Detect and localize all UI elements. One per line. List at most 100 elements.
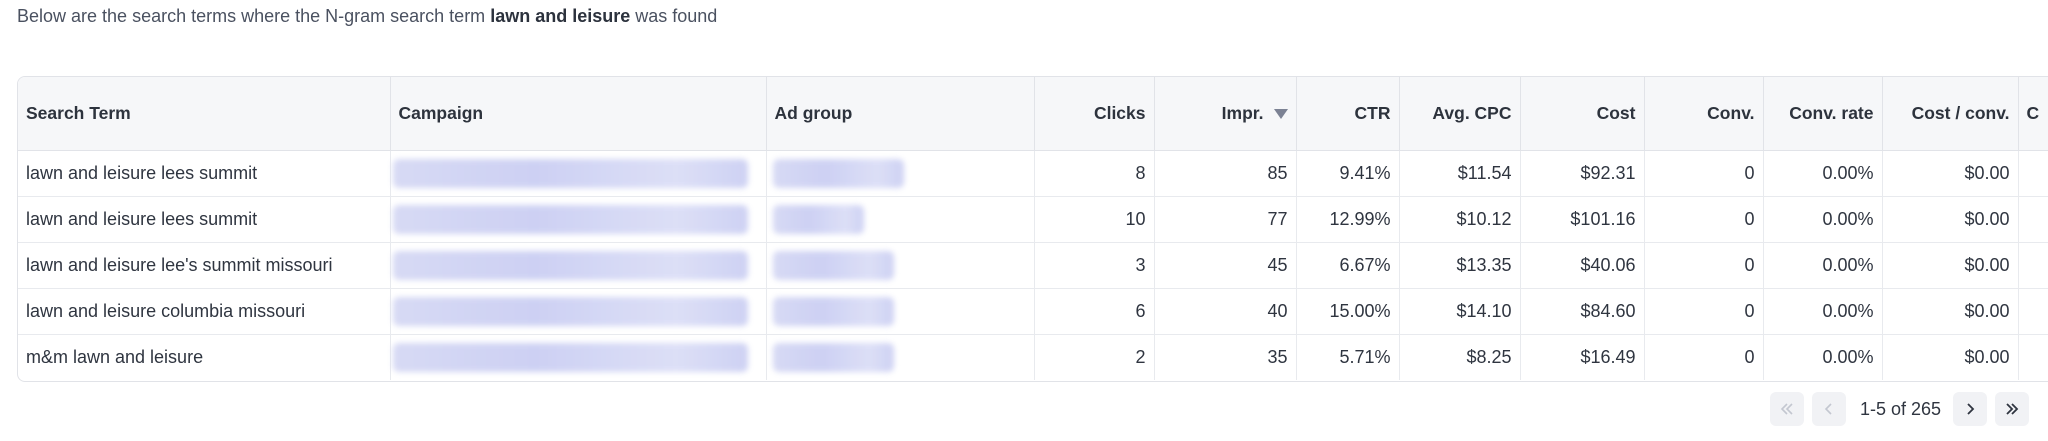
cell-clicks: 6 — [1034, 288, 1155, 335]
cell-conv-rate: 0.00% — [1763, 150, 1883, 197]
table-row[interactable]: lawn and leisure columbia missouri 6 40 … — [18, 288, 2048, 335]
cell-cost-per-conv: $0.00 — [1882, 196, 2019, 243]
intro-text: Below are the search terms where the N-g… — [17, 6, 717, 27]
cell-avg-cpc: $10.12 — [1399, 196, 1521, 243]
cell-impr: 35 — [1154, 334, 1297, 380]
search-terms-table-container: Search Term Campaign Ad group Clicks Imp… — [17, 76, 2048, 382]
intro-prefix: Below are the search terms where the N-g… — [17, 6, 491, 26]
cell-impr: 45 — [1154, 242, 1297, 289]
cell-conv: 0 — [1644, 196, 1764, 243]
pagination-info: 1-5 of 265 — [1860, 398, 1942, 419]
cell-extra — [2018, 196, 2048, 243]
cell-impr: 40 — [1154, 288, 1297, 335]
cell-cost: $92.31 — [1520, 150, 1645, 197]
cell-ad-group-redacted — [766, 334, 1035, 380]
cell-search-term: lawn and leisure lees summit — [18, 196, 391, 243]
redacted-blur — [772, 159, 904, 188]
first-page-button[interactable] — [1770, 392, 1804, 426]
cell-ctr: 6.67% — [1296, 242, 1400, 289]
column-header-cost[interactable]: Cost — [1520, 77, 1645, 151]
cell-avg-cpc: $13.35 — [1399, 242, 1521, 289]
column-header-avg-cpc[interactable]: Avg. CPC — [1399, 77, 1521, 151]
cell-avg-cpc: $14.10 — [1399, 288, 1521, 335]
cell-avg-cpc: $8.25 — [1399, 334, 1521, 380]
cell-conv: 0 — [1644, 288, 1764, 335]
cell-clicks: 8 — [1034, 150, 1155, 197]
cell-campaign-redacted — [390, 288, 767, 335]
table-row[interactable]: m&m lawn and leisure 2 35 5.71% $8.25 $1… — [18, 334, 2048, 380]
cell-extra — [2018, 334, 2048, 380]
cell-ad-group-redacted — [766, 242, 1035, 289]
table-row[interactable]: lawn and leisure lee's summit missouri 3… — [18, 242, 2048, 289]
cell-clicks: 10 — [1034, 196, 1155, 243]
cell-conv-rate: 0.00% — [1763, 288, 1883, 335]
column-header-ad-group[interactable]: Ad group — [766, 77, 1035, 151]
cell-cost: $84.60 — [1520, 288, 1645, 335]
double-chevron-left-icon — [1780, 403, 1793, 415]
cell-conv: 0 — [1644, 242, 1764, 289]
cell-campaign-redacted — [390, 242, 767, 289]
cell-cost-per-conv: $0.00 — [1882, 288, 2019, 335]
column-header-conv-rate[interactable]: Conv. rate — [1763, 77, 1883, 151]
cell-ad-group-redacted — [766, 288, 1035, 335]
cell-conv-rate: 0.00% — [1763, 196, 1883, 243]
prev-page-button[interactable] — [1812, 392, 1846, 426]
cell-ctr: 12.99% — [1296, 196, 1400, 243]
column-header-impr[interactable]: Impr. — [1154, 77, 1297, 151]
double-chevron-right-icon — [2006, 403, 2019, 415]
redacted-blur — [772, 343, 894, 372]
cell-avg-cpc: $11.54 — [1399, 150, 1521, 197]
column-header-search-term[interactable]: Search Term — [18, 77, 391, 151]
cell-campaign-redacted — [390, 150, 767, 197]
cell-search-term: lawn and leisure columbia missouri — [18, 288, 391, 335]
cell-ctr: 9.41% — [1296, 150, 1400, 197]
cell-impr: 77 — [1154, 196, 1297, 243]
cell-conv: 0 — [1644, 150, 1764, 197]
cell-cost: $16.49 — [1520, 334, 1645, 380]
chevron-right-icon — [1967, 403, 1975, 415]
cell-cost: $40.06 — [1520, 242, 1645, 289]
column-header-conv[interactable]: Conv. — [1644, 77, 1764, 151]
cell-conv-rate: 0.00% — [1763, 242, 1883, 289]
cell-extra — [2018, 288, 2048, 335]
cell-extra — [2018, 150, 2048, 197]
table-row[interactable]: lawn and leisure lees summit 8 85 9.41% … — [18, 150, 2048, 197]
cell-campaign-redacted — [390, 334, 767, 380]
table-row[interactable]: lawn and leisure lees summit 10 77 12.99… — [18, 196, 2048, 243]
redacted-blur — [772, 251, 894, 280]
redacted-blur — [392, 251, 748, 280]
redacted-blur — [392, 343, 748, 372]
cell-cost: $101.16 — [1520, 196, 1645, 243]
header-row: Search Term Campaign Ad group Clicks Imp… — [18, 77, 2048, 151]
intro-suffix: was found — [630, 6, 718, 26]
cell-extra — [2018, 242, 2048, 289]
column-header-cost-per-conv[interactable]: Cost / conv. — [1882, 77, 2019, 151]
cell-cost-per-conv: $0.00 — [1882, 150, 2019, 197]
cell-search-term: lawn and leisure lees summit — [18, 150, 391, 197]
redacted-blur — [392, 205, 748, 234]
cell-conv-rate: 0.00% — [1763, 334, 1883, 380]
redacted-blur — [392, 159, 748, 188]
pagination: 1-5 of 265 — [1770, 392, 2030, 426]
cell-clicks: 3 — [1034, 242, 1155, 289]
redacted-blur — [772, 205, 864, 234]
cell-conv: 0 — [1644, 334, 1764, 380]
next-page-button[interactable] — [1953, 392, 1988, 426]
chevron-left-icon — [1824, 403, 1832, 415]
cell-ad-group-redacted — [766, 150, 1035, 197]
column-header-campaign[interactable]: Campaign — [390, 77, 767, 151]
column-header-extra[interactable]: C — [2018, 77, 2048, 151]
cell-cost-per-conv: $0.00 — [1882, 334, 2019, 380]
cell-search-term: m&m lawn and leisure — [18, 334, 391, 380]
redacted-blur — [392, 297, 748, 326]
cell-ctr: 5.71% — [1296, 334, 1400, 380]
column-header-ctr[interactable]: CTR — [1296, 77, 1400, 151]
cell-ad-group-redacted — [766, 196, 1035, 243]
cell-campaign-redacted — [390, 196, 767, 243]
column-header-clicks[interactable]: Clicks — [1034, 77, 1155, 151]
cell-cost-per-conv: $0.00 — [1882, 242, 2019, 289]
sort-desc-icon[interactable] — [1273, 109, 1288, 120]
last-page-button[interactable] — [1995, 392, 2030, 426]
cell-search-term: lawn and leisure lee's summit missouri — [18, 242, 391, 289]
intro-term: lawn and leisure — [490, 6, 631, 26]
